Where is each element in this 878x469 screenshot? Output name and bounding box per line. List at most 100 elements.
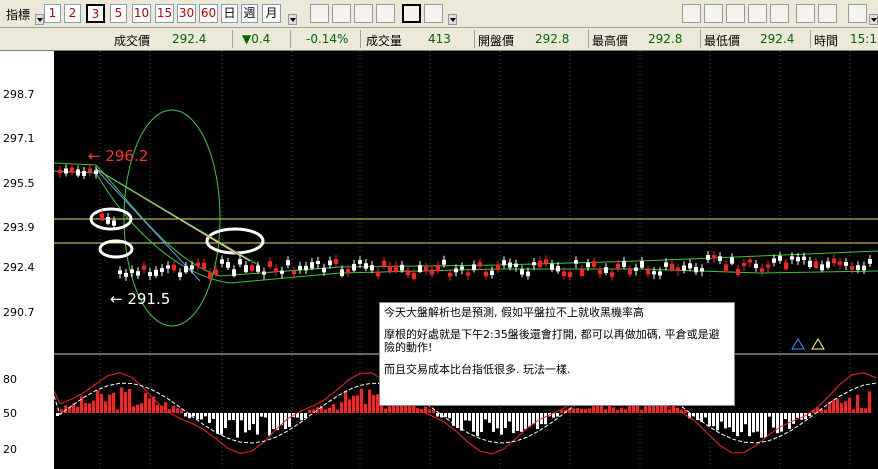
line-chart-icon[interactable] bbox=[848, 4, 867, 23]
osc-bar bbox=[132, 406, 135, 413]
candle-body bbox=[658, 271, 662, 276]
price-chart-area[interactable] bbox=[0, 51, 878, 469]
candle-body bbox=[70, 167, 74, 173]
osc-bar bbox=[172, 405, 175, 413]
last-price-value: 292.4 bbox=[172, 32, 207, 46]
osc-bar bbox=[252, 413, 255, 425]
note-line-2: 摩根的好處就是下午2:35盤後還會打開, 都可以再做加碼, 平倉或是避險的動作! bbox=[384, 328, 720, 354]
candle-body bbox=[724, 264, 728, 271]
osc-bar bbox=[720, 413, 723, 422]
grid-split-icon[interactable] bbox=[376, 4, 395, 23]
period-button-6[interactable]: 30 bbox=[177, 4, 196, 23]
osc-bar bbox=[324, 409, 327, 413]
candle-body bbox=[514, 263, 518, 267]
candle-body bbox=[790, 256, 794, 260]
candle-body bbox=[652, 271, 656, 275]
candle-body bbox=[328, 260, 332, 266]
osc-bar bbox=[516, 413, 519, 431]
osc-bar bbox=[716, 413, 719, 431]
crosshair-icon[interactable] bbox=[354, 4, 373, 23]
price-tick-label: 298.7 bbox=[3, 88, 35, 101]
candle-body bbox=[280, 270, 284, 274]
candle-body bbox=[640, 260, 644, 268]
osc-bar bbox=[708, 413, 711, 427]
candle-body bbox=[58, 169, 62, 174]
osc-bar bbox=[836, 398, 839, 413]
osc-bar bbox=[556, 413, 559, 417]
eraser-icon[interactable] bbox=[748, 4, 767, 23]
osc-bar bbox=[492, 413, 495, 432]
candle-body bbox=[742, 262, 746, 267]
layout-dropdown[interactable] bbox=[448, 14, 457, 25]
candle-body bbox=[766, 264, 770, 268]
list-icon[interactable] bbox=[682, 4, 701, 23]
osc-bar bbox=[832, 400, 835, 413]
period-button-3[interactable]: 5 bbox=[110, 4, 127, 23]
candle-body bbox=[214, 269, 218, 275]
candle-body bbox=[796, 257, 800, 262]
period-button-4[interactable]: 10 bbox=[132, 4, 151, 23]
candle-body bbox=[622, 260, 626, 268]
text-tool-icon[interactable] bbox=[704, 4, 723, 23]
pen-tool-icon[interactable] bbox=[726, 4, 745, 23]
time-value: 15:11 bbox=[850, 32, 878, 46]
save-icon[interactable] bbox=[818, 4, 837, 23]
osc-bar bbox=[248, 413, 251, 431]
indicator-label[interactable]: 指標 bbox=[6, 6, 30, 23]
osc-bar bbox=[524, 413, 527, 429]
sync-icon[interactable] bbox=[796, 4, 815, 23]
osc-bar bbox=[192, 413, 195, 417]
oscillator-tick-label: 80 bbox=[3, 373, 17, 386]
change-pct-value: -0.14% bbox=[306, 32, 349, 46]
period-button-0[interactable]: 1 bbox=[44, 4, 61, 23]
osc-bar bbox=[228, 413, 231, 421]
open-label: 開盤價 bbox=[478, 34, 515, 48]
osc-bar bbox=[712, 413, 715, 427]
oscillator-tick-label: 20 bbox=[3, 443, 17, 456]
osc-bar bbox=[528, 413, 531, 427]
candle-body bbox=[250, 265, 254, 271]
candle-body bbox=[712, 255, 716, 259]
candle-body bbox=[814, 261, 818, 269]
refresh-chart-icon[interactable] bbox=[332, 4, 351, 23]
osc-bar bbox=[256, 413, 259, 435]
osc-bar bbox=[184, 413, 187, 417]
period-button-10[interactable]: 月 bbox=[262, 4, 281, 23]
indicator-dropdown[interactable] bbox=[35, 14, 44, 25]
single-window-icon[interactable] bbox=[402, 4, 421, 23]
layers-icon[interactable] bbox=[770, 4, 789, 23]
triangle-marker-blue bbox=[791, 338, 805, 350]
low-value: 292.4 bbox=[760, 32, 795, 46]
candle-body bbox=[106, 217, 110, 224]
quad-window-icon[interactable] bbox=[424, 4, 443, 23]
period-button-7[interactable]: 60 bbox=[199, 4, 218, 23]
period-dropdown[interactable] bbox=[288, 14, 297, 25]
osc-bar bbox=[352, 395, 355, 413]
candle-body bbox=[370, 265, 374, 271]
candle-body bbox=[136, 271, 140, 276]
candle-body bbox=[454, 268, 458, 273]
period-button-2[interactable]: 3 bbox=[86, 4, 105, 23]
candle-body bbox=[358, 260, 362, 264]
candle-body bbox=[550, 263, 554, 270]
candle-body bbox=[688, 263, 692, 269]
period-button-1[interactable]: 2 bbox=[64, 4, 81, 23]
osc-bar bbox=[136, 404, 139, 413]
chart-type-dropdown[interactable] bbox=[869, 14, 878, 25]
candle-body bbox=[748, 259, 752, 263]
candle-body bbox=[286, 260, 290, 266]
candle-body bbox=[430, 269, 434, 275]
osc-bar bbox=[788, 413, 791, 429]
period-button-5[interactable]: 15 bbox=[155, 4, 174, 23]
osc-bar bbox=[216, 413, 219, 434]
period-button-9[interactable]: 週 bbox=[241, 4, 258, 23]
period-button-8[interactable]: 日 bbox=[221, 4, 238, 23]
candlestick-chart[interactable] bbox=[0, 51, 878, 469]
zoom-width-icon[interactable] bbox=[310, 4, 329, 23]
candle-body bbox=[574, 260, 578, 264]
osc-bar bbox=[764, 413, 767, 438]
osc-bar bbox=[356, 395, 359, 413]
candle-body bbox=[178, 272, 182, 278]
candle-body bbox=[670, 263, 674, 271]
osc-bar bbox=[372, 395, 375, 413]
